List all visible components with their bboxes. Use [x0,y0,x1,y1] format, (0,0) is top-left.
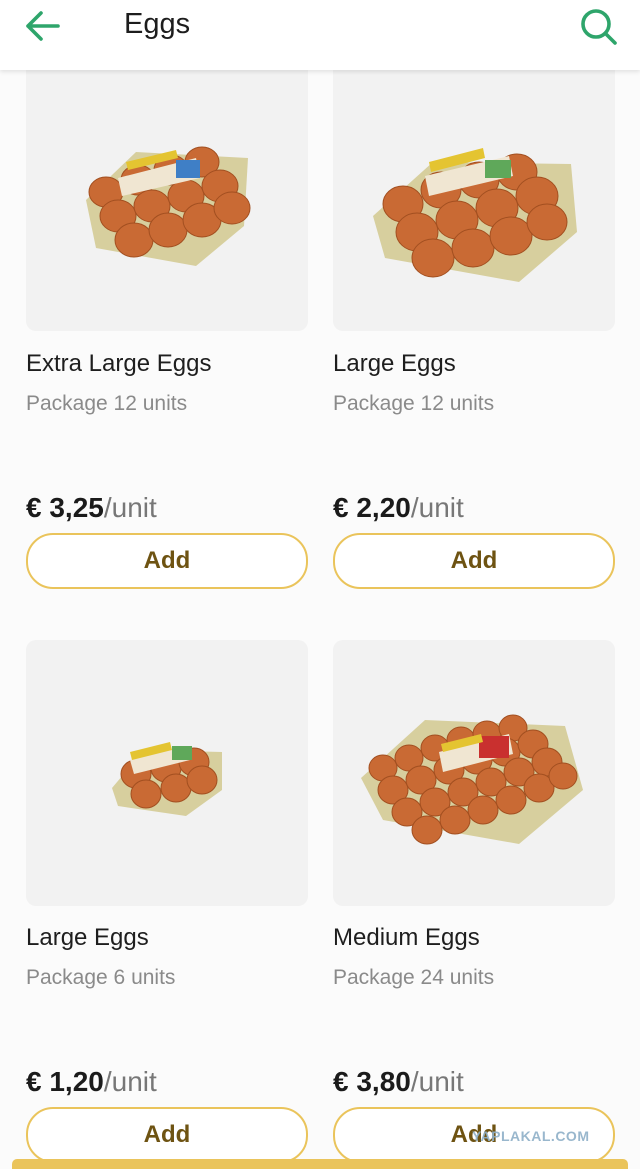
price-amount: € 1,20 [26,1066,104,1097]
egg-carton-image [361,714,583,845]
product-price: € 2,20/unit [333,492,464,524]
product-package: Package 6 units [26,966,176,989]
product-name[interactable]: Large Eggs [333,350,456,378]
egg-carton-image [112,742,222,816]
arrow-left-icon [26,11,60,41]
product-card: Large Eggs Package 12 units € 2,20/unit … [333,0,615,600]
price-unit: /unit [410,492,464,523]
product-image[interactable] [333,640,615,906]
price-unit: /unit [103,492,157,523]
add-button[interactable]: Add [26,1107,308,1163]
add-button[interactable]: Add [333,533,615,589]
product-price: € 3,25/unit [26,492,157,524]
product-package: Package 12 units [333,392,495,415]
product-package: Package 24 units [333,966,495,989]
product-name[interactable]: Large Eggs [26,924,149,952]
product-image[interactable] [26,640,308,906]
product-card: Large Eggs Package 6 units € 1,20/unit A… [26,640,308,1163]
product-card: Extra Large Eggs Package 12 units € 3,25… [26,0,308,600]
price-unit: /unit [103,1066,157,1097]
search-icon [581,9,617,45]
product-package: Package 12 units [26,392,188,415]
price-amount: € 3,80 [333,1066,411,1097]
watermark: YAPLAKAL.COM [472,1128,590,1144]
price-unit: /unit [410,1066,464,1097]
bottom-bar-edge [12,1159,628,1169]
product-card: Medium Eggs Package 24 units € 3,80/unit… [333,640,615,1163]
top-app-bar: Eggs [0,0,640,70]
product-price: € 3,80/unit [333,1066,464,1098]
product-price: € 1,20/unit [26,1066,157,1098]
price-amount: € 3,25 [26,492,104,523]
page-title: Eggs [124,8,191,40]
search-button[interactable] [574,4,622,48]
back-button[interactable] [22,6,66,46]
price-amount: € 2,20 [333,492,411,523]
add-button[interactable]: Add [26,533,308,589]
product-name[interactable]: Medium Eggs [333,924,480,952]
product-name[interactable]: Extra Large Eggs [26,350,211,378]
